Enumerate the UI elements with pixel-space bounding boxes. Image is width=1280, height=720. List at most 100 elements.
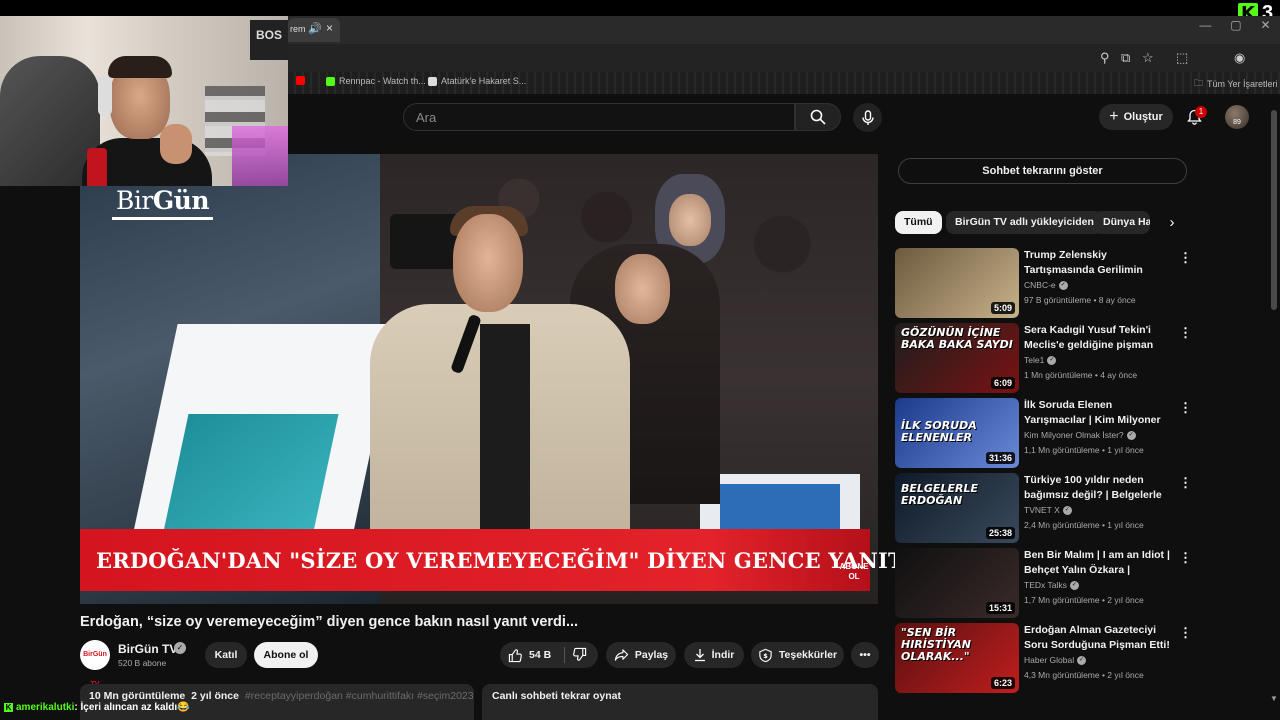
recommended-video[interactable]: 15:31 Ben Bir Malım | I am an Idiot | Beh… — [895, 548, 1195, 618]
minimize-icon[interactable]: — — [1199, 18, 1211, 42]
window-controls: — ▢ ✕ — [1190, 18, 1280, 42]
streamer — [82, 56, 212, 186]
recommended-video[interactable]: "SEN BİR HIRİSTİYAN OLARAK..." 6:23 Erdoğa… — [895, 623, 1195, 693]
more-vertical-icon[interactable]: ⋮ — [1179, 625, 1192, 641]
channel-avatar[interactable]: BirGün TV — [80, 640, 110, 688]
video-stats: 97 B görüntüleme • 8 ay önce — [1024, 295, 1136, 305]
thanks-label: Teşekkürler — [778, 649, 838, 661]
all-bookmarks[interactable]: 🗀 Tüm Yer İşaretleri — [1194, 76, 1278, 92]
chat-username: amerikalutki — [16, 702, 75, 713]
chat-text: : İçeri alıncan az kaldı😂 — [74, 702, 190, 713]
birgun-logo: BirGün — [112, 186, 214, 220]
video-thumbnail[interactable]: İLK SORUDA ELENENLER 31:36 — [895, 398, 1019, 468]
chip-uploader[interactable]: BirGün TV adlı yükleyiciden — [946, 211, 1103, 234]
thumbs-down-icon[interactable] — [572, 647, 587, 662]
more-vertical-icon[interactable]: ⋮ — [1179, 550, 1192, 566]
video-thumbnail[interactable]: BELGELERLE ERDOĞAN 25:38 — [895, 473, 1019, 543]
bookmark-item-2[interactable]: Atatürk'e Hakaret S... — [428, 76, 526, 86]
youtube-icon[interactable] — [296, 76, 305, 85]
channel-name[interactable]: Haber Global ✓ — [1024, 655, 1087, 666]
chat-replay-button[interactable]: Canlı sohbeti tekrar oynat — [482, 684, 878, 720]
verified-icon: ✓ — [1077, 656, 1087, 666]
channel-label: Haber Global — [1024, 655, 1075, 665]
extensions-icon[interactable]: ⬚ — [1176, 50, 1188, 66]
video-title[interactable]: Ben Bir Malım | I am an Idiot | Behçet Y… — [1024, 548, 1172, 578]
browser-tab-active[interactable]: rem 🔊 × — [288, 18, 340, 42]
more-vertical-icon[interactable]: ⋮ — [1179, 325, 1192, 341]
video-title: Erdoğan, “size oy veremeyeceğim” diyen g… — [80, 614, 579, 630]
stream-chat-message: Kamerikalutki: İçeri alıncan az kaldı😂 — [0, 702, 470, 718]
view-count: 10 Mn görüntüleme — [89, 690, 186, 702]
chip-world-news[interactable]: Dünya Haberleri — [1094, 211, 1150, 234]
user-avatar[interactable]: 89 — [1225, 105, 1249, 129]
video-title[interactable]: İlk Soruda Elenen Yarışmacılar | Kim Mil… — [1024, 398, 1172, 428]
speaker-icon[interactable]: 🔊 — [308, 22, 322, 35]
bookmark-star-icon[interactable]: ☆ — [1142, 50, 1154, 66]
channel-name[interactable]: BirGün TV — [118, 642, 177, 656]
video-stats: 2,4 Mn görüntüleme • 1 yıl önce — [1024, 520, 1144, 530]
video-thumbnail[interactable]: 5:09 — [895, 248, 1019, 318]
recommended-video[interactable]: GÖZÜNÜN İÇİNE BAKA BAKA SAYDI 6:09 Sera Ka… — [895, 323, 1195, 393]
scrollbar[interactable] — [1271, 110, 1277, 310]
channel-label: TVNET X — [1024, 505, 1060, 515]
bookmark-item-1[interactable]: Rennpac - Watch th... — [326, 76, 426, 86]
download-button[interactable]: İndir — [684, 642, 744, 668]
recommended-video[interactable]: İLK SORUDA ELENENLER 31:36 İlk Soruda Elen… — [895, 398, 1195, 468]
video-title[interactable]: Türkiye 100 yıldır neden bağımsız değil?… — [1024, 473, 1172, 503]
logo-part-light: Bir — [116, 186, 153, 215]
verified-icon: ✓ — [1069, 581, 1079, 591]
create-button[interactable]: + Oluştur — [1099, 104, 1173, 130]
recommended-video[interactable]: 5:09 Trump Zelenskiy Tartışmasında Gerili… — [895, 248, 1195, 318]
video-lower-third: ERDOĞAN'DAN "SİZE OY VEREMEYECEĞİM" DİYE… — [80, 529, 904, 591]
browser-toolbar — [288, 44, 1280, 72]
video-thumbnail[interactable]: 15:31 — [895, 548, 1019, 618]
svg-text:$: $ — [763, 651, 768, 659]
join-button[interactable]: Katıl — [205, 642, 247, 668]
profile-icon[interactable]: ◉ — [1234, 50, 1245, 66]
more-vertical-icon[interactable]: ⋮ — [1179, 475, 1192, 491]
more-vertical-icon[interactable]: ⋮ — [1179, 400, 1192, 416]
more-vertical-icon[interactable]: ⋮ — [1179, 250, 1192, 266]
scroll-down-icon[interactable]: ▼ — [1270, 694, 1278, 703]
upload-age: 2 yıl önce — [191, 690, 239, 702]
show-chat-replay-button[interactable]: Sohbet tekrarını göster — [898, 158, 1187, 184]
install-app-icon[interactable]: ⧉ — [1121, 50, 1130, 66]
maximize-icon[interactable]: ▢ — [1230, 18, 1241, 42]
share-label: Paylaş — [634, 649, 669, 661]
kick-icon: K — [4, 702, 13, 712]
chevron-right-icon[interactable]: › — [1160, 211, 1184, 234]
channel-name[interactable]: TEDx Talks ✓ — [1024, 580, 1079, 591]
like-button[interactable]: 54 B — [500, 642, 598, 668]
logo-part-bold: Gün — [152, 186, 210, 215]
channel-label: CNBC-e — [1024, 280, 1056, 290]
thanks-button[interactable]: $ Teşekkürler — [751, 642, 844, 668]
thumbnail-text: "SEN BİR HIRİSTİYAN OLARAK..." — [901, 626, 972, 663]
video-thumbnail[interactable]: GÖZÜNÜN İÇİNE BAKA BAKA SAYDI 6:09 — [895, 323, 1019, 393]
subscribe-button[interactable]: Abone ol — [254, 642, 318, 668]
video-thumbnail[interactable]: "SEN BİR HIRİSTİYAN OLARAK..." 6:23 — [895, 623, 1019, 693]
search-input[interactable]: Ara — [403, 103, 795, 131]
chip-all[interactable]: Tümü — [895, 211, 942, 234]
video-title[interactable]: Trump Zelenskiy Tartışmasında Gerilimin … — [1024, 248, 1172, 278]
notification-badge: 1 — [1195, 106, 1207, 118]
recommended-video[interactable]: BELGELERLE ERDOĞAN 25:38 Türkiye 100 yıldı… — [895, 473, 1195, 543]
zoom-icon[interactable]: ⚲ — [1100, 50, 1110, 66]
video-title[interactable]: Erdoğan Alman Gazeteciyi Soru Sorduğuna … — [1024, 623, 1172, 653]
channel-name[interactable]: Kim Milyoner Olmak İster? ✓ — [1024, 430, 1136, 441]
close-window-icon[interactable]: ✕ — [1260, 18, 1270, 42]
share-button[interactable]: Paylaş — [606, 642, 676, 668]
voice-search-button[interactable] — [853, 103, 882, 132]
hashtags[interactable]: #receptayyiperdoğan #cumhurittifakı #seç… — [245, 690, 474, 702]
verified-icon: ✓ — [1058, 281, 1068, 291]
super-thanks-icon: $ — [759, 648, 772, 662]
video-stats: 1,7 Mn görüntüleme • 2 yıl önce — [1024, 595, 1144, 605]
search-button[interactable] — [795, 103, 841, 131]
video-title[interactable]: Sera Kadıgil Yusuf Tekin'i Meclis'e geld… — [1024, 323, 1172, 353]
share-icon — [614, 649, 629, 661]
channel-name[interactable]: Tele1 ✓ — [1024, 355, 1057, 366]
more-actions-button[interactable]: ••• — [851, 642, 879, 668]
close-tab-icon[interactable]: × — [326, 21, 333, 35]
channel-name[interactable]: CNBC-e ✓ — [1024, 280, 1068, 291]
channel-name[interactable]: TVNET X ✓ — [1024, 505, 1072, 516]
pink-light — [232, 126, 288, 186]
